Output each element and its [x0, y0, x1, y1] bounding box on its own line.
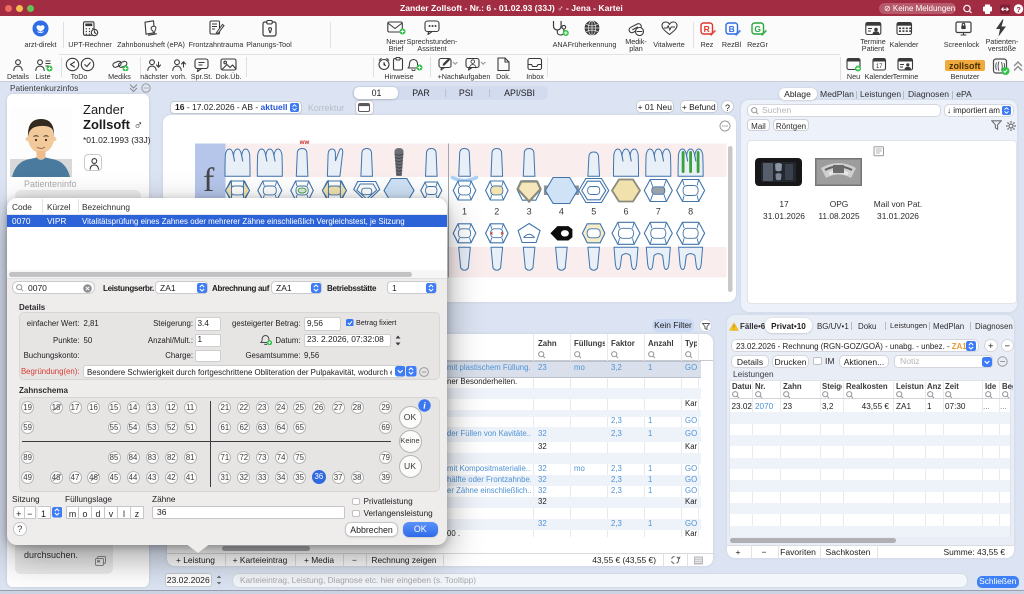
svg-text:1: 1 — [462, 207, 467, 217]
svg-text:6: 6 — [623, 207, 628, 217]
svg-text:2: 2 — [494, 207, 499, 217]
svg-text:B: B — [728, 24, 734, 34]
svg-text:4: 4 — [559, 207, 564, 217]
svg-text:8: 8 — [688, 207, 693, 217]
svg-text:5: 5 — [591, 207, 596, 217]
svg-text:G: G — [754, 24, 761, 34]
svg-text:ww: ww — [299, 139, 310, 146]
svg-text:3: 3 — [527, 207, 532, 217]
svg-text:17: 17 — [876, 64, 883, 70]
svg-text:R: R — [704, 24, 710, 34]
svg-text:7: 7 — [656, 207, 661, 217]
svg-text:f: f — [203, 162, 215, 199]
svg-text:?: ? — [1016, 5, 1021, 14]
